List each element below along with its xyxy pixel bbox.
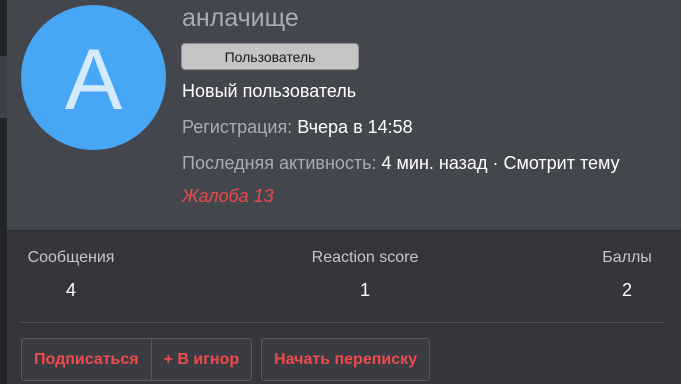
divider [21,322,664,323]
stats-row: Сообщения 4 Reaction score 1 Баллы 2 [7,249,681,301]
stat-points-label: Баллы [602,249,652,266]
last-activity-info: Последняя активность: 4 мин. назад · Смо… [182,153,620,174]
registration-value: Вчера в 14:58 [297,117,413,137]
action-bar: Подписаться + В игнор Начать переписку [21,338,431,381]
avatar[interactable]: A [21,5,166,150]
action-group-follow-ignore: Подписаться + В игнор [21,338,253,381]
ignore-button[interactable]: + В игнор [150,339,252,380]
registration-label: Регистрация: [182,117,293,137]
follow-button[interactable]: Подписаться [22,339,151,380]
username[interactable]: анлачище [182,4,299,33]
left-edge-notch [0,56,7,118]
stat-messages-value: 4 [65,280,76,300]
avatar-letter: A [64,31,123,128]
stat-points-value: 2 [621,280,632,300]
member-tooltip-card: A анлачище Пользователь Новый пользовате… [7,0,681,384]
stat-reaction-score-value: 1 [359,280,370,300]
member-header: A анлачище Пользователь Новый пользовате… [7,0,681,231]
stat-points[interactable]: Баллы 2 [587,249,667,301]
role-badge: Пользователь [181,43,359,70]
registration-info: Регистрация: Вчера в 14:58 [182,117,413,138]
stat-messages-label: Сообщения [27,249,115,266]
stat-reaction-score: Reaction score 1 [285,249,445,301]
last-activity-value: 4 мин. назад · Смотрит тему [381,153,620,173]
start-conversation-button[interactable]: Начать переписку [262,339,429,380]
report-link[interactable]: Жалоба 13 [182,186,274,207]
last-activity-label: Последняя активность: [182,153,377,173]
user-title: Новый пользователь [182,81,357,101]
stat-reaction-score-label: Reaction score [311,249,419,266]
left-edge-strip [0,0,7,384]
action-group-conversation: Начать переписку [261,338,431,381]
stat-messages[interactable]: Сообщения 4 [21,249,121,301]
